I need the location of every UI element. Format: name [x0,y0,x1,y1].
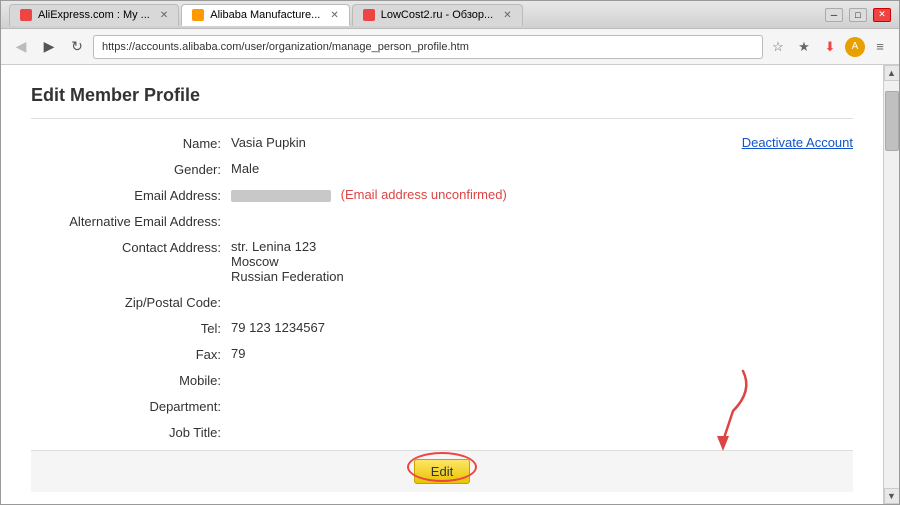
tab-close-3[interactable]: ✕ [503,10,511,21]
tab-close-2[interactable]: ✕ [330,10,338,21]
window-controls: ─ □ ✕ [825,8,891,22]
maximize-button[interactable]: □ [849,8,867,22]
title-bar: AliExpress.com : My ... ✕ Alibaba Manufa… [1,1,899,29]
page-content: Edit Member Profile Deactivate Account N… [1,65,899,504]
value-email: (Email address unconfirmed) [231,187,853,202]
label-email: Email Address: [31,187,231,203]
scroll-up-arrow[interactable]: ▲ [884,65,900,81]
form-row-alt-email: Alternative Email Address: [31,213,853,229]
refresh-button[interactable]: ↻ [65,35,89,59]
label-fax: Fax: [31,346,231,362]
label-tel: Tel: [31,320,231,336]
form-row-address: Contact Address: str. Lenina 123 Moscow … [31,239,853,284]
form-row-tel: Tel: 79 123 1234567 [31,320,853,336]
value-gender: Male [231,161,853,176]
address-bar[interactable]: https://accounts.alibaba.com/user/organi… [93,35,763,59]
tab-label-2: Alibaba Manufacture... [210,9,320,21]
profile-section: Deactivate Account Name: Vasia Pupkin Ge… [31,135,853,440]
scrollbar[interactable]: ▲ ▼ [883,65,899,504]
form-row-zip: Zip/Postal Code: [31,294,853,310]
tab-label-1: AliExpress.com : My ... [38,9,150,21]
footer-bar: Edit [31,450,853,492]
forward-button[interactable]: ▶ [37,35,61,59]
label-gender: Gender: [31,161,231,177]
tab-favicon-3 [363,9,375,21]
divider [31,118,853,119]
label-mobile: Mobile: [31,372,231,388]
tab-aliexpress[interactable]: AliExpress.com : My ... ✕ [9,4,179,26]
deactivate-account-link[interactable]: Deactivate Account [742,135,853,150]
scroll-down-arrow[interactable]: ▼ [884,488,900,504]
tab-lowcost[interactable]: LowCost2.ru - Обзор... ✕ [352,4,523,26]
form-row-mobile: Mobile: [31,372,853,388]
form-row-fax: Fax: 79 [31,346,853,362]
tab-strip: AliExpress.com : My ... ✕ Alibaba Manufa… [9,4,523,26]
nav-bar: ◀ ▶ ↻ https://accounts.alibaba.com/user/… [1,29,899,65]
close-button[interactable]: ✕ [873,8,891,22]
form-row-department: Department: [31,398,853,414]
star-icon[interactable]: ★ [793,36,815,58]
label-address: Contact Address: [31,239,231,255]
value-fax: 79 [231,346,853,361]
minimize-button[interactable]: ─ [825,8,843,22]
scroll-thumb[interactable] [885,91,899,151]
menu-icon[interactable]: ≡ [869,36,891,58]
form-row-email: Email Address: (Email address unconfirme… [31,187,853,203]
tab-favicon-2 [192,9,204,21]
edit-button[interactable]: Edit [414,459,470,484]
form-row-gender: Gender: Male [31,161,853,177]
form-row-name: Name: Vasia Pupkin [31,135,853,151]
label-name: Name: [31,135,231,151]
email-unconfirmed-text: (Email address unconfirmed) [341,187,507,202]
nav-right: ☆ ★ ⬇ A ≡ [767,36,891,58]
tab-alibaba[interactable]: Alibaba Manufacture... ✕ [181,4,349,26]
value-tel: 79 123 1234567 [231,320,853,335]
label-zip: Zip/Postal Code: [31,294,231,310]
bookmarks-icon[interactable]: ☆ [767,36,789,58]
scroll-track[interactable] [884,81,900,488]
page-title: Edit Member Profile [31,85,853,106]
label-job-title: Job Title: [31,424,231,440]
value-address: str. Lenina 123 Moscow Russian Federatio… [231,239,853,284]
back-button[interactable]: ◀ [9,35,33,59]
url-text: https://accounts.alibaba.com/user/organi… [102,41,469,53]
label-alt-email: Alternative Email Address: [31,213,231,229]
profile-icon[interactable]: A [845,37,865,57]
form-row-job-title: Job Title: [31,424,853,440]
tab-close-1[interactable]: ✕ [160,10,168,21]
download-icon[interactable]: ⬇ [819,36,841,58]
label-department: Department: [31,398,231,414]
browser-window: AliExpress.com : My ... ✕ Alibaba Manufa… [0,0,900,505]
tab-favicon-1 [20,9,32,21]
email-blurred [231,190,331,202]
page-inner: Edit Member Profile Deactivate Account N… [1,65,883,504]
tab-label-3: LowCost2.ru - Обзор... [381,9,493,21]
edit-button-container: Edit [414,459,470,484]
